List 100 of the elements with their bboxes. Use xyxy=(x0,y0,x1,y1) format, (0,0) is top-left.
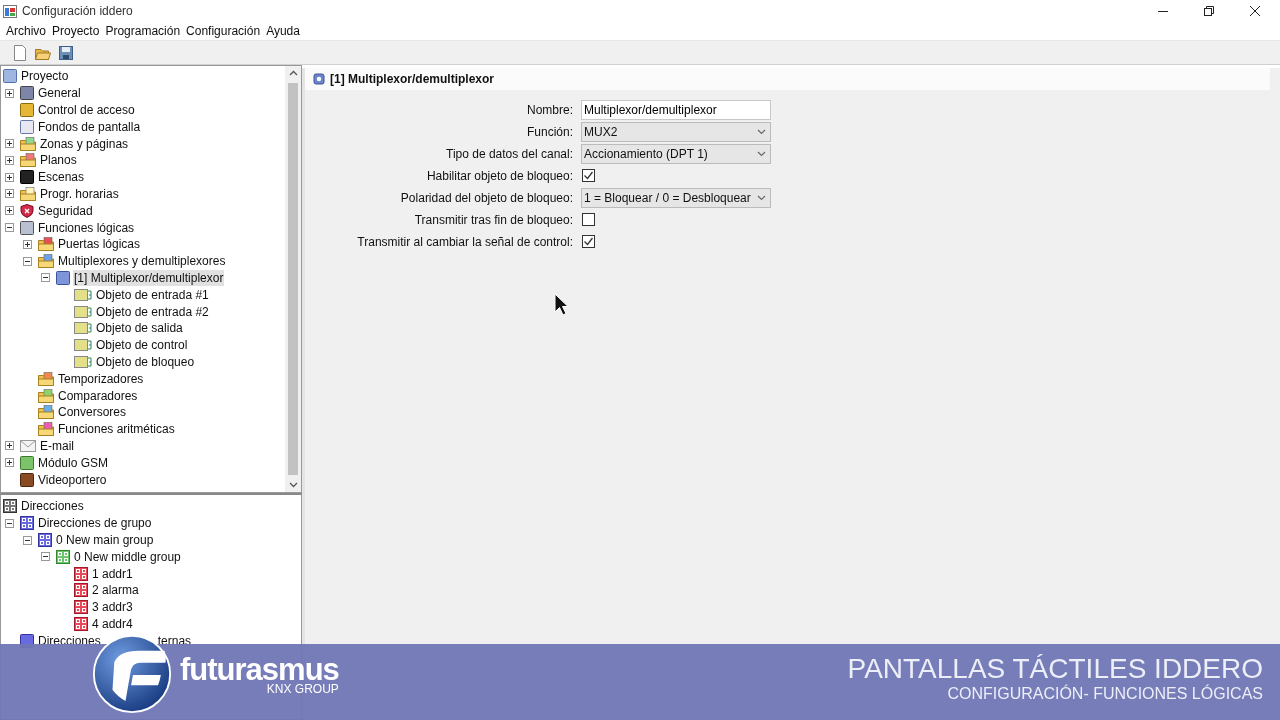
tree-item[interactable]: Objeto de entrada #1 xyxy=(95,286,210,303)
expand-toggle[interactable] xyxy=(5,139,14,149)
square-icon xyxy=(20,472,34,487)
object-icon xyxy=(74,355,92,368)
menu-item[interactable]: Programación xyxy=(105,23,181,39)
expand-toggle[interactable] xyxy=(41,552,50,562)
tree-item[interactable]: Direcciones xyxy=(20,498,85,515)
tree-item[interactable]: E-mail xyxy=(39,437,75,454)
new-file-icon[interactable] xyxy=(13,44,27,61)
object-icon xyxy=(74,288,92,301)
menu-item[interactable]: Configuración xyxy=(186,23,261,39)
folder-icon xyxy=(38,388,54,403)
chevron-icon xyxy=(757,150,766,157)
dropdown[interactable]: MUX2 xyxy=(581,121,771,142)
mouse-pointer-icon xyxy=(554,293,570,317)
tree-item[interactable]: Seguridad xyxy=(37,202,94,219)
tree-item[interactable]: Puertas lógicas xyxy=(57,236,142,253)
tree-item[interactable]: [1] Multiplexor/demultiplexor xyxy=(73,269,225,286)
tree-item[interactable]: 3 addr3 xyxy=(91,599,134,616)
scrollbar-thumb[interactable] xyxy=(288,83,298,475)
expand-toggle[interactable] xyxy=(5,458,14,468)
expand-toggle[interactable] xyxy=(5,441,14,451)
expand-toggle[interactable] xyxy=(5,88,14,98)
grid-icon xyxy=(20,516,34,531)
tree-item[interactable]: Funciones aritméticas xyxy=(57,421,176,438)
tree-item[interactable]: Objeto de entrada #2 xyxy=(95,303,210,320)
expand-toggle[interactable] xyxy=(41,273,50,283)
checkbox[interactable] xyxy=(582,213,595,226)
name-field[interactable]: Multiplexor/demultiplexor xyxy=(581,99,771,120)
expand-toggle[interactable] xyxy=(5,223,14,233)
brand-tagline: KNX GROUP xyxy=(266,683,339,695)
dropdown[interactable]: Accionamiento (DPT 1) xyxy=(581,143,771,164)
chevron-icon xyxy=(757,128,766,135)
tree-item[interactable]: Objeto de salida xyxy=(95,320,184,337)
folder-icon xyxy=(38,254,54,269)
expand-toggle[interactable] xyxy=(5,189,14,199)
tree-item[interactable]: Comparadores xyxy=(57,387,139,404)
menu-item[interactable]: Archivo xyxy=(6,23,46,39)
scrollbar-track[interactable] xyxy=(285,66,301,492)
tree-item[interactable]: Control de acceso xyxy=(37,102,136,118)
tree-item[interactable]: Multiplexores y demultiplexores xyxy=(57,253,227,270)
folder-icon xyxy=(20,186,36,201)
save-icon[interactable] xyxy=(59,45,73,60)
tree-item[interactable]: Planos xyxy=(39,152,78,169)
checkbox[interactable] xyxy=(582,169,595,182)
folder-icon xyxy=(38,371,54,386)
banner-title: PANTALLAS TÁCTILES IDDERO xyxy=(847,654,1263,684)
expand-toggle[interactable] xyxy=(5,518,14,528)
square-icon xyxy=(20,220,34,235)
expand-toggle[interactable] xyxy=(23,535,32,545)
expand-toggle[interactable] xyxy=(5,172,14,182)
checkbox[interactable] xyxy=(582,235,595,248)
expand-toggle[interactable] xyxy=(5,155,14,165)
scroll-up-icon[interactable] xyxy=(288,70,298,76)
expand-toggle[interactable] xyxy=(5,206,14,216)
tree-item[interactable]: Fondos de pantalla xyxy=(37,118,142,135)
grid-icon xyxy=(74,600,88,615)
menu-item[interactable]: Ayuda xyxy=(266,23,300,39)
tree-item[interactable]: Zonas y páginas xyxy=(39,135,130,152)
grid-icon xyxy=(3,499,17,514)
tree-item[interactable]: Progr. horarias xyxy=(39,185,120,202)
square-icon xyxy=(20,455,34,470)
tree-item[interactable]: Objeto de control xyxy=(95,337,189,354)
expand-toggle[interactable] xyxy=(23,239,32,249)
folder-icon xyxy=(38,422,54,437)
folder-icon xyxy=(38,237,54,252)
banner-subtitle: CONFIGURACIÓN- FUNCIONES LÓGICAS xyxy=(947,684,1263,704)
tree-item[interactable]: Direcciones de grupo xyxy=(37,515,153,532)
tree-item[interactable]: Módulo GSM xyxy=(37,454,110,471)
panel-title: [1] Multiplexor/demultiplexor xyxy=(330,72,494,86)
restore-icon[interactable] xyxy=(1203,5,1215,17)
tree-item[interactable]: Proyecto xyxy=(20,68,70,85)
field-label: Transmitir tras fin de bloqueo: xyxy=(413,211,573,229)
square-icon xyxy=(56,270,70,285)
tree-item[interactable]: 1 addr1 xyxy=(91,565,134,582)
expand-toggle[interactable] xyxy=(23,256,32,266)
square-icon xyxy=(3,69,17,84)
tree-item[interactable]: Funciones lógicas xyxy=(37,219,136,236)
tree-item[interactable]: 0 New middle group xyxy=(73,548,182,565)
square-icon xyxy=(20,119,34,134)
tree-item[interactable]: 0 New main group xyxy=(55,532,155,548)
dropdown[interactable]: 1 = Bloquear / 0 = Desbloquear xyxy=(581,187,771,208)
object-icon xyxy=(74,322,92,335)
tree-item[interactable]: Temporizadores xyxy=(57,370,145,387)
window-title: Configuración iddero xyxy=(22,4,133,18)
field-label: Polaridad del objeto de bloqueo: xyxy=(399,189,573,207)
tree-item[interactable]: 2 alarma xyxy=(91,582,140,599)
tree-item[interactable]: Videoportero xyxy=(37,471,108,488)
close-icon[interactable] xyxy=(1249,5,1261,17)
tree-item[interactable]: 4 addr4 xyxy=(91,615,134,632)
app-icon xyxy=(3,4,17,18)
scroll-down-icon[interactable] xyxy=(288,482,298,488)
field-label: Nombre: xyxy=(526,101,573,119)
tree-item[interactable]: Conversores xyxy=(57,404,128,421)
tree-item[interactable]: Escenas xyxy=(37,169,86,186)
tree-item[interactable]: General xyxy=(37,85,82,102)
tree-item[interactable]: Objeto de bloqueo xyxy=(95,353,196,370)
grid-icon xyxy=(56,549,70,564)
grid-icon xyxy=(74,566,88,581)
menu-item[interactable]: Proyecto xyxy=(52,23,100,39)
